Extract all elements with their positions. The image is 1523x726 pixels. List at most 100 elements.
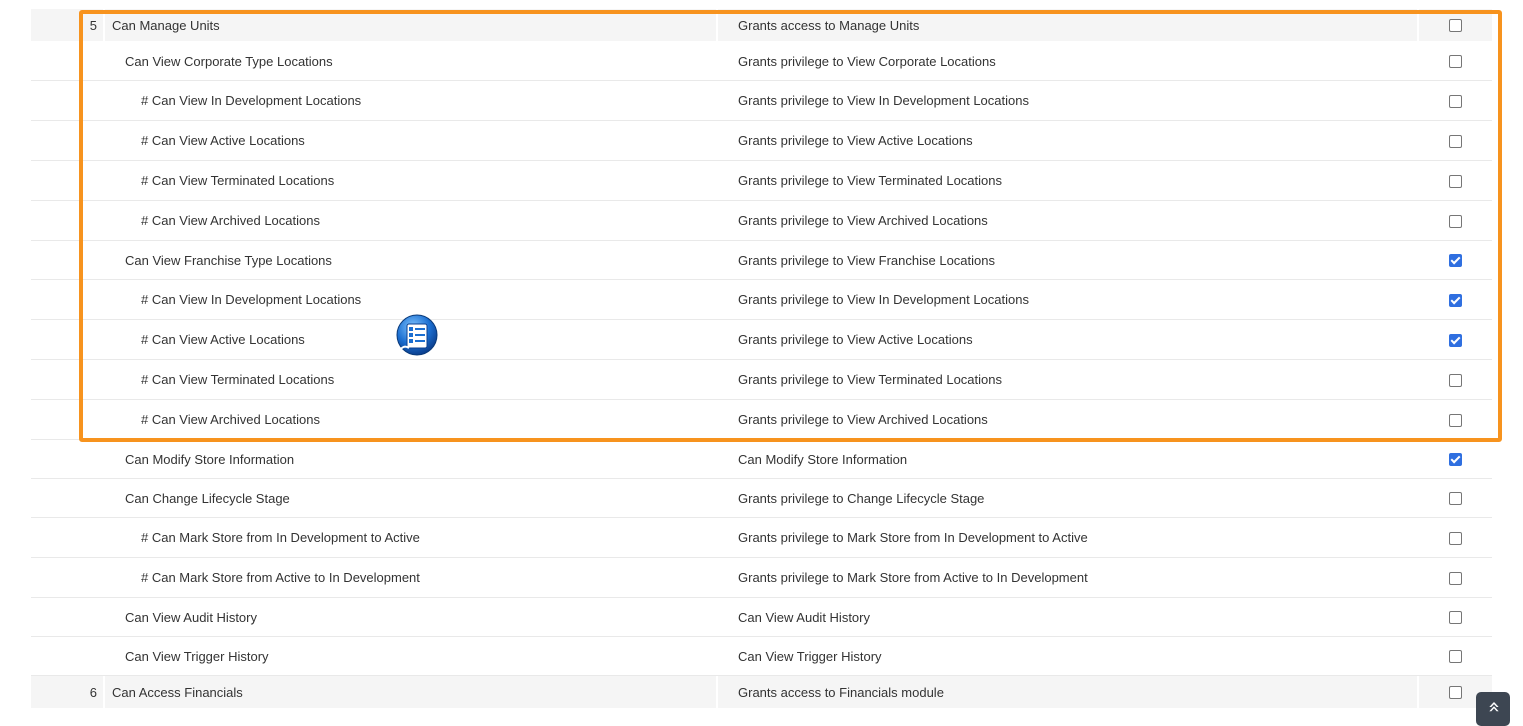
permission-row: # Can View Terminated Locations Grants pr… xyxy=(31,161,1492,201)
permission-name: Can View Audit History xyxy=(125,610,257,625)
permission-description: Grants access to Financials module xyxy=(738,676,944,708)
permission-checkbox-cell xyxy=(1449,676,1463,708)
permission-description: Grants privilege to Change Lifecycle Sta… xyxy=(738,491,985,506)
permission-checkbox-cell xyxy=(1449,360,1463,399)
permission-checkbox-cell xyxy=(1449,400,1463,439)
permission-row: Can View Trigger History Can View Trigger… xyxy=(31,637,1492,676)
permission-checkbox[interactable] xyxy=(1449,571,1462,585)
permission-checkbox-cell xyxy=(1449,598,1463,636)
permission-checkbox-cell xyxy=(1449,518,1463,557)
permission-name: Can Modify Store Information xyxy=(125,452,295,467)
column-divider xyxy=(103,676,105,708)
permission-row: # Can View In Development Locations Grant… xyxy=(31,81,1492,121)
permission-checkbox[interactable] xyxy=(1449,492,1462,505)
permission-name: # Can View In Development Locations xyxy=(141,292,362,307)
permission-description: Grants privilege to View Terminated Loca… xyxy=(738,372,1002,387)
permission-name: # Can View Active Locations xyxy=(141,133,305,148)
row-number xyxy=(31,241,97,279)
row-number xyxy=(31,400,97,439)
permission-checkbox-cell xyxy=(1449,280,1463,319)
permission-row: # Can View Active Locations Grants privil… xyxy=(31,320,1492,360)
permission-name: # Can Mark Store from In Development to … xyxy=(141,530,420,545)
row-number xyxy=(31,42,97,80)
permission-checkbox-cell xyxy=(1449,320,1463,359)
permission-name: Can Access Financials xyxy=(112,676,243,708)
permission-row: Can View Franchise Type Locations Grants … xyxy=(31,241,1492,280)
permission-checkbox-cell xyxy=(1449,479,1463,517)
list-icon[interactable] xyxy=(395,314,439,358)
permission-description: Grants privilege to View Archived Locati… xyxy=(738,213,988,228)
permission-checkbox[interactable] xyxy=(1449,650,1462,663)
permission-name: # Can Mark Store from Active to In Devel… xyxy=(141,570,420,585)
permission-checkbox[interactable] xyxy=(1449,373,1462,387)
permission-checkbox-cell xyxy=(1449,201,1463,240)
permission-name: # Can View Terminated Locations xyxy=(141,372,335,387)
permission-description: Grants privilege to View Franchise Locat… xyxy=(738,253,995,268)
row-number xyxy=(31,201,97,240)
permission-name: # Can View Terminated Locations xyxy=(141,173,335,188)
permission-checkbox-cell xyxy=(1449,42,1463,80)
permission-group-row: 5 Can Manage Units Grants access to Manage… xyxy=(31,9,1492,42)
permission-description: Grants access to Manage Units xyxy=(738,9,920,41)
permission-checkbox-cell xyxy=(1449,161,1463,200)
row-number xyxy=(31,121,97,160)
permission-checkbox[interactable] xyxy=(1449,293,1462,307)
permission-checkbox[interactable] xyxy=(1449,94,1462,108)
permission-checkbox[interactable] xyxy=(1449,55,1462,68)
permission-description: Grants privilege to View In Development … xyxy=(738,93,1029,108)
permission-description: Can Modify Store Information xyxy=(738,452,908,467)
permission-group-row: 6 Can Access Financials Grants access to F… xyxy=(31,676,1492,709)
permission-checkbox[interactable] xyxy=(1449,174,1462,188)
permission-name: # Can View In Development Locations xyxy=(141,93,362,108)
permission-row: # Can Mark Store from Active to In Devel… xyxy=(31,558,1492,598)
permission-name: Can View Corporate Type Locations xyxy=(125,54,333,69)
column-divider xyxy=(1417,9,1419,41)
permission-row: # Can View Active Locations Grants privil… xyxy=(31,121,1492,161)
permission-row: # Can Mark Store from In Development to … xyxy=(31,518,1492,558)
permission-checkbox[interactable] xyxy=(1449,254,1462,267)
row-number xyxy=(31,280,97,319)
permission-checkbox[interactable] xyxy=(1449,453,1462,466)
row-number xyxy=(31,81,97,120)
column-divider xyxy=(1417,676,1419,708)
permission-row: # Can View Archived Locations Grants priv… xyxy=(31,400,1492,440)
row-number xyxy=(31,161,97,200)
permission-description: Grants privilege to View Terminated Loca… xyxy=(738,173,1002,188)
permission-row: Can Modify Store Information Can Modify S… xyxy=(31,440,1492,479)
permission-description: Can View Audit History xyxy=(738,610,870,625)
permission-description: Grants privilege to View In Development … xyxy=(738,292,1029,307)
row-number xyxy=(31,558,97,597)
permission-row: # Can View Terminated Locations Grants pr… xyxy=(31,360,1492,400)
permission-checkbox[interactable] xyxy=(1449,19,1462,32)
permission-row: # Can View In Development Locations Grant… xyxy=(31,280,1492,320)
permission-description: Grants privilege to View Active Location… xyxy=(738,133,973,148)
permission-row: # Can View Archived Locations Grants priv… xyxy=(31,201,1492,241)
permission-checkbox[interactable] xyxy=(1449,413,1462,427)
row-number xyxy=(31,320,97,359)
permission-checkbox[interactable] xyxy=(1449,686,1462,699)
permission-checkbox[interactable] xyxy=(1449,134,1462,148)
scroll-to-top-icon: » xyxy=(1481,700,1505,714)
permission-checkbox-cell xyxy=(1449,241,1463,279)
column-divider xyxy=(103,9,105,41)
permission-row: Can View Audit History Can View Audit His… xyxy=(31,598,1492,637)
scroll-to-top-button[interactable]: » xyxy=(1476,692,1510,726)
permission-checkbox[interactable] xyxy=(1449,531,1462,545)
permission-checkbox-cell xyxy=(1449,81,1463,120)
permission-row: Can Change Lifecycle Stage Grants privile… xyxy=(31,479,1492,518)
row-number xyxy=(31,637,97,675)
permission-checkbox[interactable] xyxy=(1449,611,1462,624)
permission-description: Grants privilege to Mark Store from In D… xyxy=(738,530,1088,545)
row-number xyxy=(31,479,97,517)
column-divider xyxy=(716,676,718,708)
permission-checkbox[interactable] xyxy=(1449,333,1462,347)
permission-row: Can View Corporate Type Locations Grants … xyxy=(31,42,1492,81)
permission-checkbox-cell xyxy=(1449,9,1463,41)
permission-name: # Can View Active Locations xyxy=(141,332,305,347)
row-number: 5 xyxy=(31,9,97,41)
permission-name: Can Change Lifecycle Stage xyxy=(125,491,290,506)
permission-name: # Can View Archived Locations xyxy=(141,412,320,427)
permission-checkbox-cell xyxy=(1449,440,1463,478)
permission-checkbox-cell xyxy=(1449,121,1463,160)
permission-checkbox[interactable] xyxy=(1449,214,1462,228)
